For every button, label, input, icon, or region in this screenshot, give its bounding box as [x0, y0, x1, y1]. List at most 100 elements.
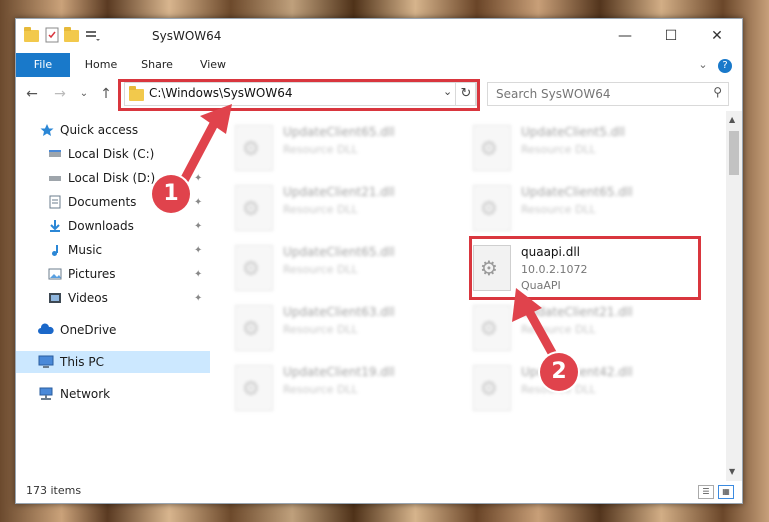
cloud-icon — [38, 323, 54, 337]
minimize-button[interactable]: — — [602, 19, 648, 53]
sidebar-item-music[interactable]: Music ✦ — [16, 239, 210, 261]
back-button[interactable]: ← — [22, 85, 42, 103]
file-name: UpdateClient19.dll — [283, 365, 395, 379]
dll-file-icon — [473, 305, 511, 351]
file-item[interactable]: UpdateClient42.dll Resource DLL — [473, 361, 683, 417]
pictures-icon — [48, 267, 62, 281]
sidebar-item-label: This PC — [60, 355, 104, 369]
step-marker-1: 1 — [152, 175, 190, 213]
file-description: Resource DLL — [521, 143, 596, 156]
expand-ribbon-icon[interactable]: ⌄ — [694, 53, 712, 77]
sidebar-item-downloads[interactable]: Downloads ✦ — [16, 215, 210, 237]
pin-icon[interactable]: ✦ — [194, 221, 202, 232]
file-name: UpdateClient65.dll — [283, 245, 395, 259]
star-icon — [40, 123, 54, 137]
maximize-button[interactable]: ☐ — [648, 19, 694, 53]
file-name: UpdateClient65.dll — [521, 185, 633, 199]
ribbon: File Home Share View ⌄ ? — [16, 53, 742, 109]
sidebar-item-label: Network — [60, 387, 111, 401]
sidebar-item-label: Downloads — [68, 219, 134, 233]
recent-locations-button[interactable]: ⌄ — [74, 85, 94, 103]
search-input[interactable] — [494, 86, 698, 102]
file-item[interactable]: UpdateClient19.dll Resource DLL — [235, 361, 445, 417]
file-name: quaapi.dll — [521, 245, 580, 259]
close-button[interactable]: ✕ — [694, 19, 740, 53]
pin-icon[interactable]: ✦ — [194, 149, 202, 160]
address-dropdown-icon[interactable]: ⌄ — [443, 85, 452, 98]
pin-icon[interactable]: ✦ — [194, 269, 202, 280]
file-item[interactable]: UpdateClient65.dll Resource DLL — [473, 181, 683, 237]
details-view-icon[interactable]: ☰ — [698, 485, 714, 499]
window-title: SysWOW64 — [152, 29, 222, 43]
sidebar-item-pictures[interactable]: Pictures ✦ — [16, 263, 210, 285]
music-icon — [48, 243, 62, 257]
file-item[interactable]: UpdateClient5.dll Resource DLL — [473, 121, 683, 177]
file-list: UpdateClient65.dll Resource DLL UpdateCl… — [211, 111, 726, 471]
sidebar-item-network[interactable]: Network — [16, 383, 210, 405]
dll-file-icon — [473, 185, 511, 231]
tab-home[interactable]: Home — [78, 53, 124, 77]
file-description: Resource DLL — [283, 263, 358, 276]
help-glyph: ? — [718, 59, 732, 73]
scroll-down-icon[interactable]: ▼ — [729, 467, 735, 476]
pin-icon[interactable]: ✦ — [194, 197, 202, 208]
customize-toolbar-icon[interactable] — [84, 27, 100, 43]
file-item[interactable]: UpdateClient65.dll Resource DLL — [235, 241, 445, 297]
tab-view[interactable]: View — [190, 53, 236, 77]
dll-file-icon — [473, 125, 511, 171]
sidebar-item-quick-access[interactable]: Quick access — [16, 119, 210, 141]
dll-file-icon — [235, 245, 273, 291]
forward-button[interactable]: → — [50, 85, 70, 103]
item-count: 173 items — [26, 484, 82, 497]
computer-icon — [38, 355, 54, 369]
sidebar-item-local-disk-c[interactable]: Local Disk (C:) ✦ — [16, 143, 210, 165]
pin-icon[interactable]: ✦ — [194, 293, 202, 304]
search-box[interactable]: ⚲ — [487, 82, 729, 106]
up-button[interactable]: ↑ — [96, 85, 116, 103]
file-name: UpdateClient5.dll — [521, 125, 625, 139]
documents-icon — [48, 195, 62, 209]
folder-icon[interactable] — [24, 27, 40, 43]
sidebar-item-label: Quick access — [60, 123, 139, 137]
drive-icon — [48, 171, 62, 185]
file-item[interactable]: UpdateClient63.dll Resource DLL — [235, 301, 445, 357]
large-icons-view-icon[interactable]: ▦ — [718, 485, 734, 499]
file-name: UpdateClient21.dll — [283, 185, 395, 199]
pin-icon[interactable]: ✦ — [194, 173, 202, 184]
file-item-quaapi-dll[interactable]: quaapi.dll 10.0.2.1072 QuaAPI — [473, 241, 683, 297]
file-description: QuaAPI — [521, 279, 561, 292]
navigation-pane: Quick access Local Disk (C:) ✦ Local Dis… — [16, 111, 210, 471]
tab-share[interactable]: Share — [134, 53, 180, 77]
file-item[interactable]: UpdateClient65.dll Resource DLL — [235, 121, 445, 177]
sidebar-item-label: Local Disk (D:) — [68, 171, 156, 185]
sidebar-item-label: Videos — [68, 291, 108, 305]
file-name: UpdateClient21.dll — [521, 305, 633, 319]
file-description: Resource DLL — [521, 323, 596, 336]
refresh-button[interactable]: ↻ — [455, 82, 477, 106]
scrollbar-thumb[interactable] — [729, 131, 739, 175]
file-description: Resource DLL — [283, 143, 358, 156]
scroll-up-icon[interactable]: ▲ — [729, 115, 735, 124]
pin-icon[interactable]: ✦ — [194, 245, 202, 256]
help-icon[interactable]: ? — [716, 53, 734, 77]
network-icon — [38, 387, 53, 401]
dll-file-icon — [235, 305, 273, 351]
status-bar: 173 items ☰ ▦ — [16, 481, 742, 503]
videos-icon — [48, 291, 62, 305]
file-name: UpdateClient65.dll — [283, 125, 395, 139]
file-item[interactable]: UpdateClient21.dll Resource DLL — [235, 181, 445, 237]
address-bar[interactable]: C:\Windows\SysWOW64 ⌄ — [124, 82, 476, 106]
file-description: Resource DLL — [283, 323, 358, 336]
vertical-scrollbar[interactable]: ▲ ▼ — [726, 111, 742, 481]
dll-file-icon — [235, 185, 273, 231]
file-name: UpdateClient63.dll — [283, 305, 395, 319]
sidebar-item-label: Documents — [68, 195, 137, 209]
new-folder-icon[interactable] — [64, 27, 80, 43]
file-item[interactable]: UpdateClient21.dll Resource DLL — [473, 301, 683, 357]
sidebar-item-this-pc[interactable]: This PC — [16, 351, 210, 373]
sidebar-item-onedrive[interactable]: OneDrive — [16, 319, 210, 341]
address-path: C:\Windows\SysWOW64 — [149, 86, 293, 100]
sidebar-item-videos[interactable]: Videos ✦ — [16, 287, 210, 309]
sidebar-item-label: Music — [68, 243, 103, 257]
properties-icon[interactable] — [44, 27, 60, 43]
